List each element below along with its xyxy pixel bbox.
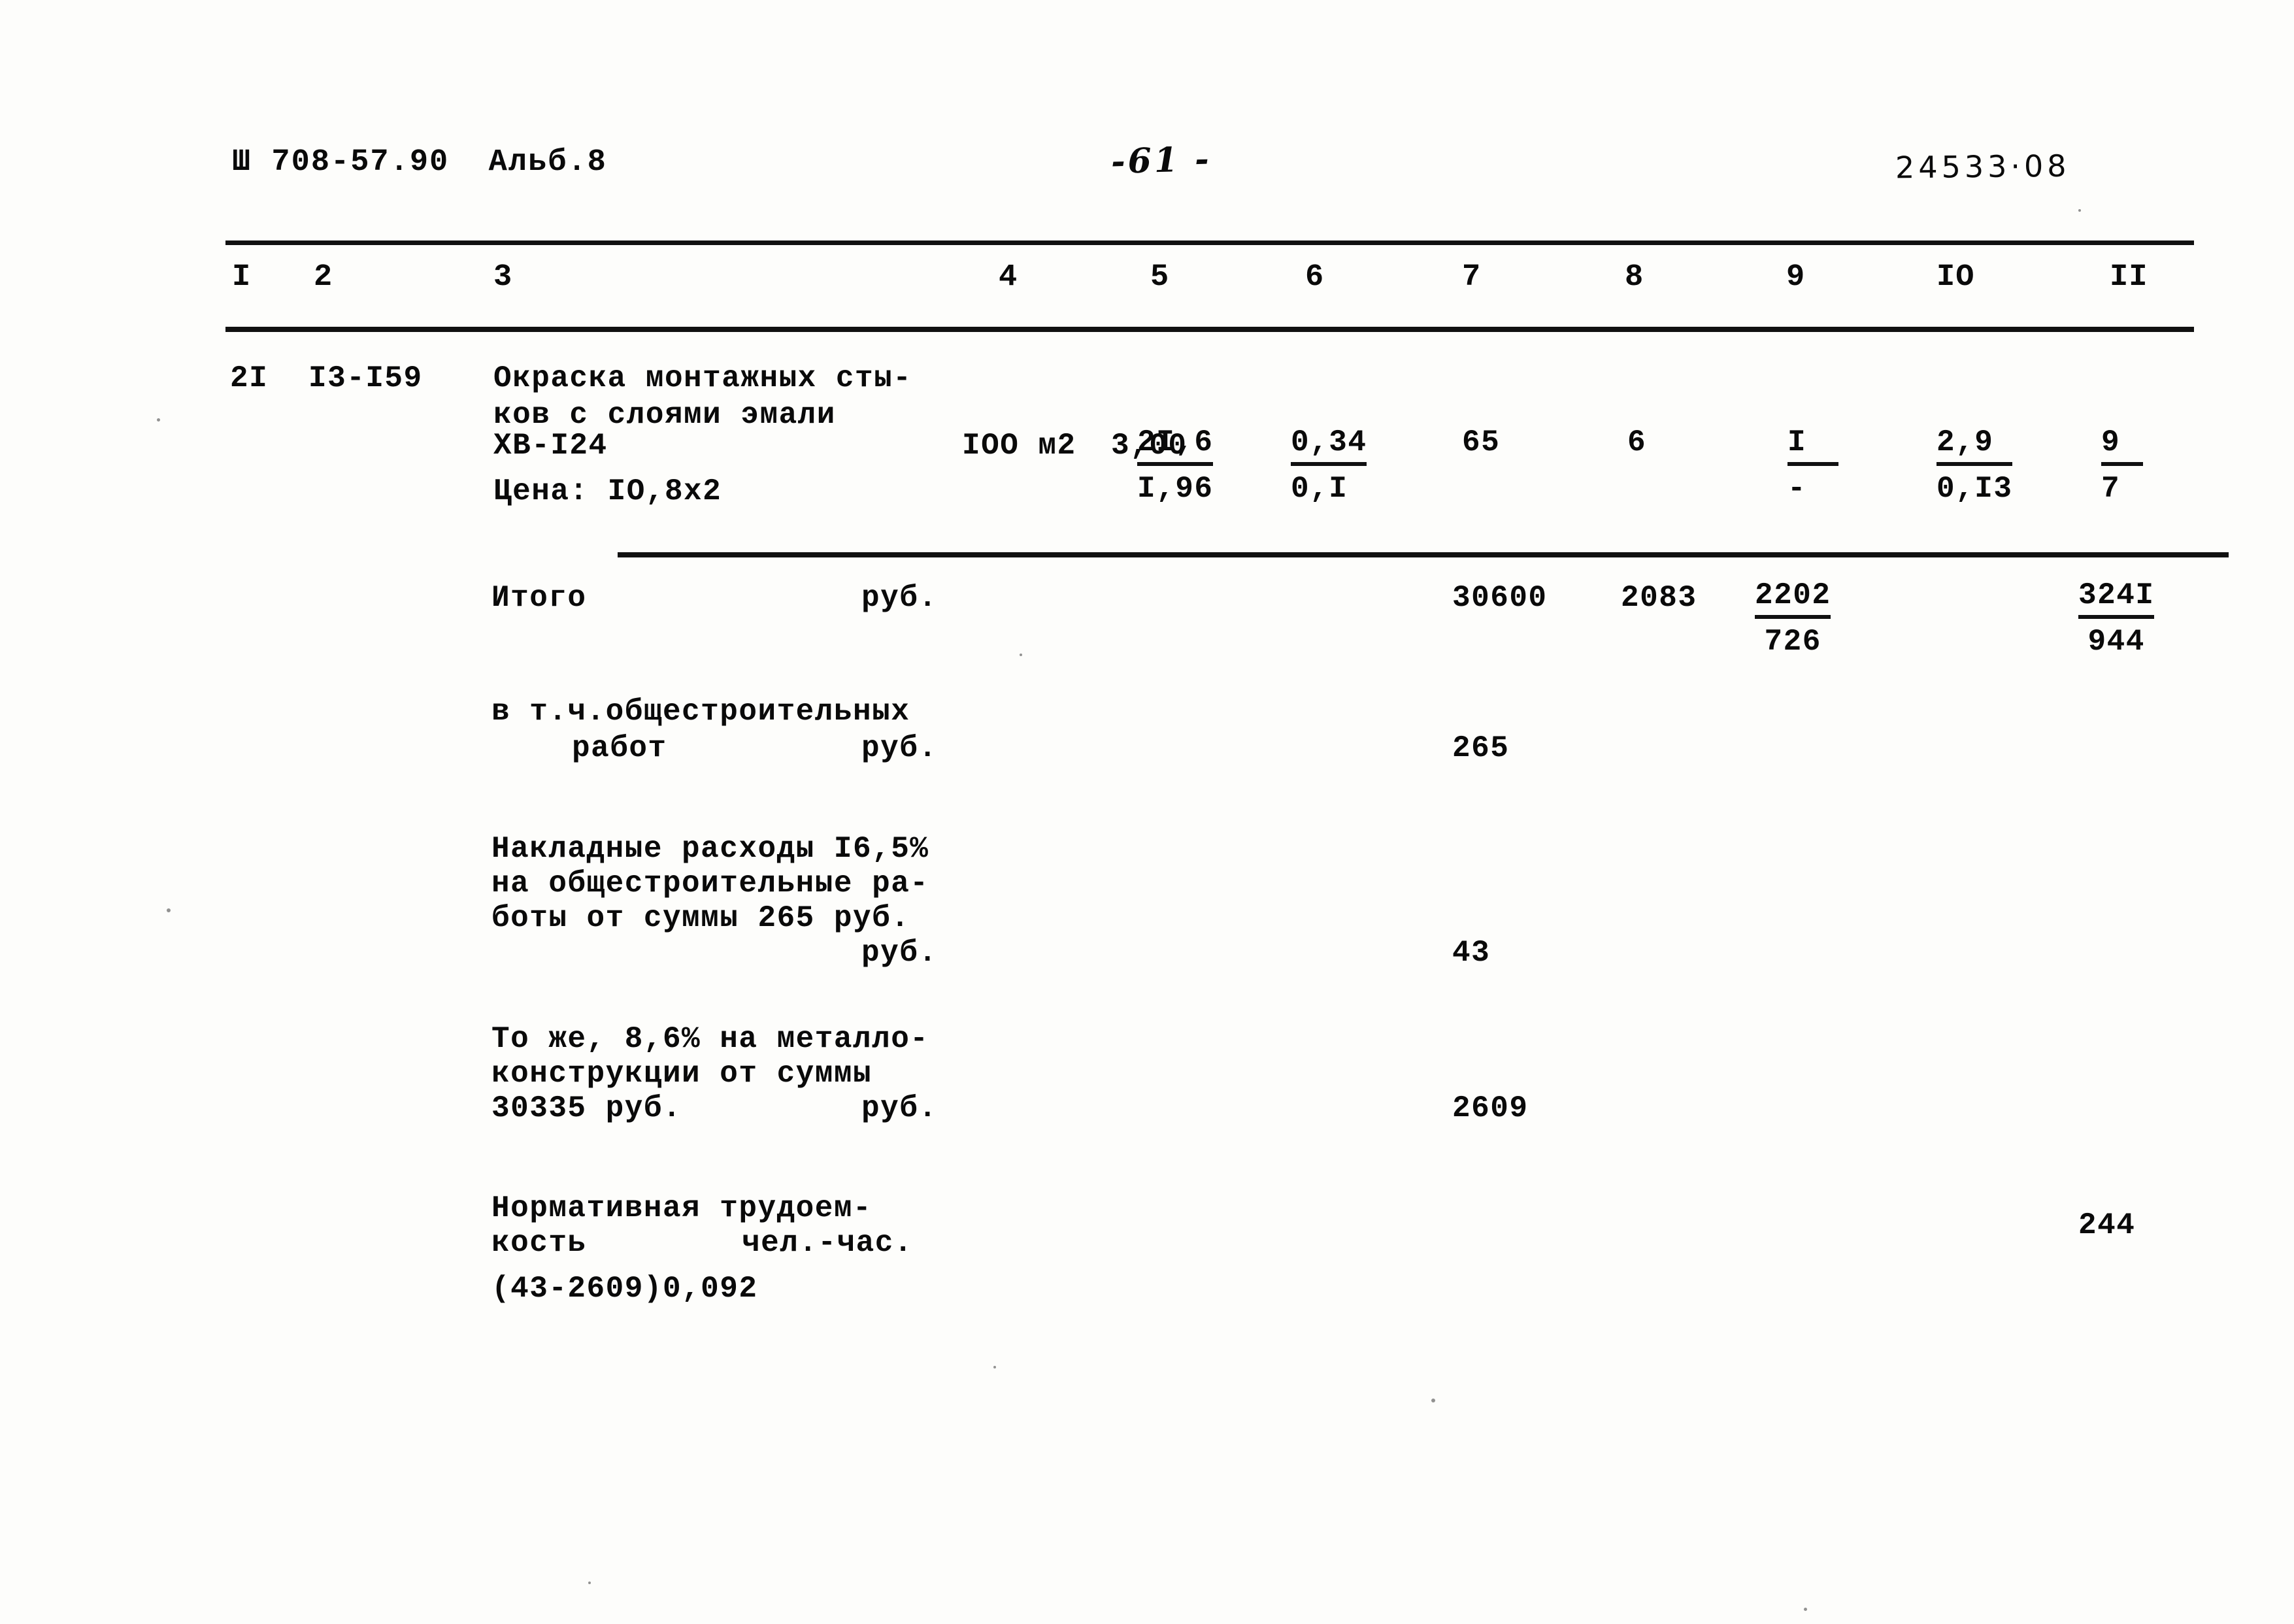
- overhead-label-line-1: Накладные расходы I6,5%: [491, 832, 929, 866]
- row-col5-fraction: 2I,6 I,96: [1137, 425, 1214, 507]
- labor-unit: чел.-час.: [742, 1226, 913, 1260]
- overhead-unit: руб.: [861, 936, 938, 970]
- row-norm-code: I3-I59: [308, 361, 423, 395]
- row-col11-fraction: 9 7: [2101, 425, 2143, 507]
- row-col8-value: 6: [1627, 425, 1647, 459]
- row-price-formula: Цена: IO,8x2: [493, 474, 722, 508]
- column-header-9: 9: [1786, 260, 1806, 295]
- row-col7-value: 65: [1462, 425, 1501, 459]
- scan-speck: [1431, 1399, 1435, 1402]
- row-unit-of-measure: IOO м2: [962, 429, 1076, 463]
- row-description-line-1: Окраска монтажных сты-: [493, 361, 912, 395]
- column-header-7: 7: [1462, 260, 1482, 295]
- column-header-3: 3: [493, 260, 513, 295]
- column-header-10: IO: [1937, 260, 1975, 295]
- document-code: Ш 708-57.90 Альб.8: [232, 145, 607, 180]
- scan-speck: [1020, 654, 1022, 656]
- metalwork-value: 2609: [1452, 1091, 1529, 1125]
- row-col10-numerator: 2,9: [1937, 425, 2013, 466]
- column-header-2: 2: [314, 260, 333, 295]
- total-col11-denominator: 944: [2087, 625, 2145, 659]
- scan-speck: [993, 1366, 996, 1368]
- column-header-6: 6: [1305, 260, 1325, 295]
- total-label: Итого: [491, 581, 587, 615]
- table-top-rule: [225, 240, 2194, 245]
- table-subtotal-rule: [618, 552, 2229, 557]
- total-col9-denominator: 726: [1764, 625, 1821, 659]
- column-header-4: 4: [999, 260, 1018, 295]
- document-page: Ш 708-57.90 Альб.8 -61 - 24533·08 I 2 3 …: [0, 0, 2294, 1624]
- row-description-line-3: ХВ-I24: [493, 429, 608, 463]
- labor-value: 244: [2078, 1208, 2136, 1242]
- general-construction-value: 265: [1452, 731, 1510, 765]
- overhead-value: 43: [1452, 936, 1491, 970]
- metalwork-label-line-2: конструкции от суммы: [491, 1057, 873, 1091]
- row-col10-denominator: 0,I3: [1937, 472, 2013, 506]
- general-construction-unit: руб.: [861, 731, 938, 765]
- total-unit: руб.: [861, 581, 938, 615]
- general-construction-label-line-1: в т.ч.общестроительных: [491, 695, 910, 729]
- row-col11-numerator: 9: [2101, 425, 2143, 466]
- total-col9-fraction: 2202 726: [1755, 578, 1831, 660]
- metalwork-label-line-3: 30335 руб.: [491, 1091, 682, 1125]
- labor-formula: (43-2609)0,092: [491, 1272, 758, 1306]
- total-col9-numerator: 2202: [1755, 578, 1831, 619]
- column-header-11: II: [2110, 260, 2148, 295]
- scan-speck: [2078, 209, 2081, 212]
- general-construction-label-line-2: работ: [572, 731, 667, 765]
- total-col7-value: 30600: [1452, 581, 1548, 615]
- labor-label-line-2: кость: [491, 1226, 587, 1260]
- scan-speck: [157, 418, 160, 422]
- row-position-number: 2I: [230, 361, 269, 395]
- column-header-5: 5: [1150, 260, 1170, 295]
- overhead-label-line-2: на общестроительные ра-: [491, 867, 929, 901]
- scan-speck: [1804, 1608, 1807, 1611]
- row-col6-denominator: 0,I: [1291, 472, 1348, 506]
- overhead-label-line-3: боты от суммы 265 руб.: [491, 901, 910, 935]
- column-header-8: 8: [1625, 260, 1644, 295]
- row-col9-numerator: I: [1787, 425, 1838, 466]
- row-col6-fraction: 0,34 0,I: [1291, 425, 1367, 507]
- sheet-code: 24533·08: [1895, 148, 2070, 186]
- scan-speck: [167, 908, 171, 912]
- row-col11-denominator: 7: [2101, 472, 2121, 506]
- metalwork-unit: руб.: [861, 1091, 938, 1125]
- row-col9-denominator: -: [1787, 472, 1807, 506]
- scan-speck: [588, 1582, 591, 1584]
- row-col5-denominator: I,96: [1137, 472, 1214, 506]
- total-col11-fraction: 324I 944: [2078, 578, 2155, 660]
- total-col11-numerator: 324I: [2078, 578, 2155, 619]
- metalwork-label-line-1: То же, 8,6% на металло-: [491, 1022, 929, 1056]
- row-col5-numerator: 2I,6: [1137, 425, 1214, 466]
- page-number: -61 -: [1110, 139, 1212, 182]
- column-header-1: I: [232, 260, 252, 295]
- labor-label-line-1: Нормативная трудоем-: [491, 1191, 873, 1225]
- row-col10-fraction: 2,9 0,I3: [1937, 425, 2013, 507]
- row-col6-numerator: 0,34: [1291, 425, 1367, 466]
- total-col8-value: 2083: [1621, 581, 1697, 615]
- row-col9-fraction: I -: [1787, 425, 1838, 507]
- table-header-rule: [225, 327, 2194, 332]
